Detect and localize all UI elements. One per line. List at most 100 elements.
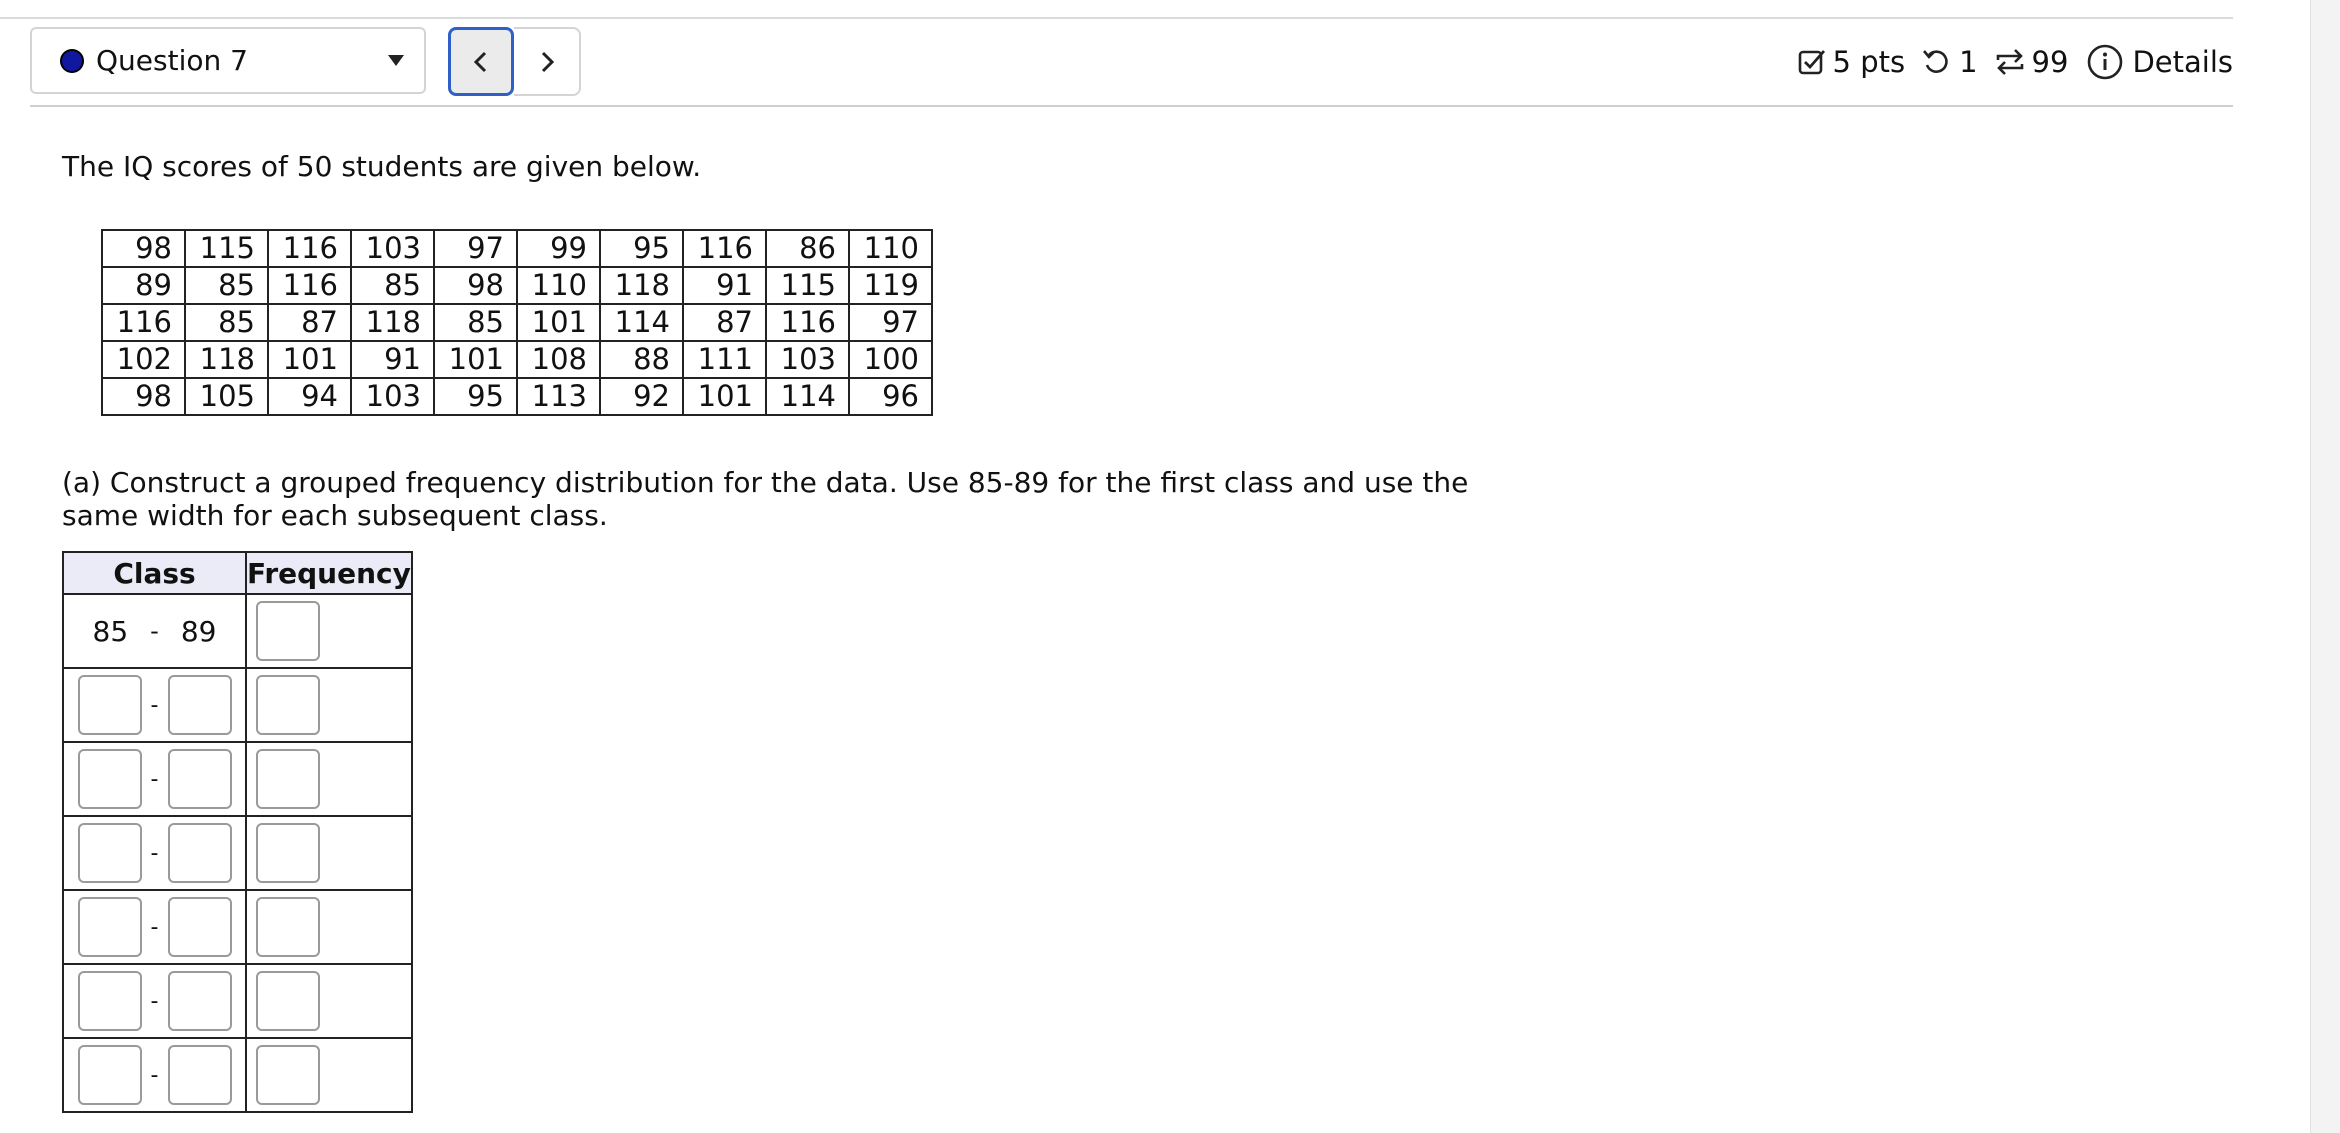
details-link[interactable]: Details (2086, 43, 2233, 81)
score-cell: 101 (682, 377, 767, 416)
frequency-input[interactable] (256, 1045, 320, 1105)
chevron-right-icon (541, 51, 554, 72)
question-selector[interactable]: Question 7 (30, 27, 426, 94)
score-cell: 113 (516, 377, 601, 416)
score-cell: 95 (433, 377, 518, 416)
next-question-button[interactable] (514, 27, 581, 96)
class-cell: - (62, 889, 247, 965)
score-cell: 110 (848, 229, 933, 268)
score-cell: 85 (350, 266, 435, 305)
class-column-header: Class (62, 551, 247, 595)
frequency-input[interactable] (256, 675, 320, 735)
score-cell: 116 (267, 266, 352, 305)
frequency-column-header: Frequency (245, 551, 413, 595)
score-cell: 116 (765, 303, 850, 342)
score-cell: 101 (267, 340, 352, 379)
class-lower-limit-input[interactable] (77, 1045, 142, 1105)
class-lower-limit-input[interactable] (77, 823, 142, 883)
class-upper-limit-input[interactable] (167, 749, 232, 809)
undo-icon (1923, 50, 1948, 73)
score-cell: 118 (350, 303, 435, 342)
class-upper-limit-input[interactable] (167, 823, 232, 883)
dropdown-caret-icon (388, 55, 404, 66)
class-separator: - (150, 1062, 159, 1088)
frequency-cell (245, 593, 413, 669)
score-cell: 102 (101, 340, 186, 379)
score-cell: 115 (184, 229, 269, 268)
class-separator: - (150, 914, 159, 940)
page-scrollbar[interactable] (2310, 0, 2340, 1133)
frequency-distribution-table: Class Frequency 85 - 89 - - - - - - (62, 551, 413, 1113)
score-cell: 108 (516, 340, 601, 379)
score-cell: 87 (267, 303, 352, 342)
question-meta: 5 pts 1 99 Details (1797, 42, 2233, 82)
first-class-separator: - (150, 617, 159, 645)
score-cell: 116 (101, 303, 186, 342)
class-lower-limit-input[interactable] (77, 749, 142, 809)
chevron-left-icon (473, 51, 487, 72)
score-cell: 118 (184, 340, 269, 379)
frequency-cell (245, 889, 413, 965)
score-cell: 99 (516, 229, 601, 268)
first-class-high: 89 (180, 614, 217, 648)
table-row: 98 115 116 103 97 99 95 116 86 110 (101, 229, 933, 268)
frequency-input[interactable] (256, 601, 320, 661)
score-cell: 115 (765, 266, 850, 305)
score-cell: 91 (682, 266, 767, 305)
checkbox-icon (1798, 50, 1825, 75)
score-cell: 97 (848, 303, 933, 342)
class-upper-limit-input[interactable] (167, 1045, 232, 1105)
question-label: Question 7 (96, 44, 248, 77)
table-row: 116 85 87 118 85 101 114 87 116 97 (101, 303, 933, 342)
question-status-dot-icon (60, 48, 84, 73)
part-a-instructions: (a) Construct a grouped frequency distri… (62, 466, 1469, 532)
problem-prompt: The IQ scores of 50 students are given b… (62, 150, 702, 183)
table-row: - (62, 963, 413, 1039)
score-cell: 92 (599, 377, 684, 416)
header-divider (30, 105, 2233, 107)
class-cell: - (62, 815, 247, 891)
score-cell: 110 (516, 266, 601, 305)
class-cell: - (62, 963, 247, 1039)
attempts-info: 1 (1921, 45, 1978, 79)
score-cell: 89 (101, 266, 186, 305)
table-row: 102 118 101 91 101 108 88 111 103 100 (101, 340, 933, 379)
score-cell: 116 (682, 229, 767, 268)
info-icon (2088, 44, 2123, 80)
score-cell: 85 (184, 303, 269, 342)
score-cell: 111 (682, 340, 767, 379)
frequency-cell (245, 815, 413, 891)
score-cell: 101 (516, 303, 601, 342)
class-cell: - (62, 741, 247, 817)
frequency-input[interactable] (256, 971, 320, 1031)
details-label: Details (2132, 45, 2233, 79)
frequency-cell (245, 1037, 413, 1113)
class-upper-limit-input[interactable] (167, 675, 232, 735)
class-lower-limit-input[interactable] (77, 971, 142, 1031)
frequency-input[interactable] (256, 897, 320, 957)
first-class-low: 85 (92, 614, 129, 648)
score-cell: 118 (599, 266, 684, 305)
class-lower-limit-input[interactable] (77, 675, 142, 735)
score-cell: 97 (433, 229, 518, 268)
score-cell: 94 (267, 377, 352, 416)
class-upper-limit-input[interactable] (167, 971, 232, 1031)
class-upper-limit-input[interactable] (167, 897, 232, 957)
score-cell: 119 (848, 266, 933, 305)
frequency-input[interactable] (256, 823, 320, 883)
score-cell: 85 (433, 303, 518, 342)
table-row: - (62, 741, 413, 817)
first-class-cell: 85 - 89 (62, 593, 247, 669)
table-row: 98 105 94 103 95 113 92 101 114 96 (101, 377, 933, 416)
score-cell: 100 (848, 340, 933, 379)
frequency-input[interactable] (256, 749, 320, 809)
score-cell: 103 (350, 377, 435, 416)
class-lower-limit-input[interactable] (77, 897, 142, 957)
top-divider (0, 17, 2233, 19)
previous-question-button[interactable] (448, 27, 514, 96)
points-value: 5 pts (1832, 45, 1906, 79)
retry-arrows-icon (1996, 49, 2023, 75)
score-cell: 85 (184, 266, 269, 305)
frequency-cell (245, 741, 413, 817)
attempts-value: 1 (1959, 45, 1978, 79)
